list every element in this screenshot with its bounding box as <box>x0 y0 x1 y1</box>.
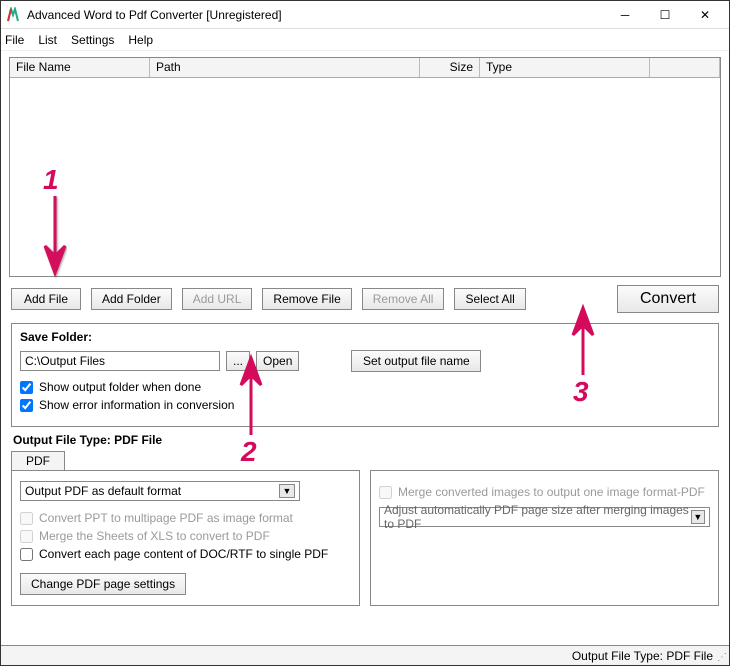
save-path-input[interactable] <box>20 351 220 371</box>
file-list: File Name Path Size Type <box>9 57 721 277</box>
adjust-page-size-select[interactable]: Adjust automatically PDF page size after… <box>379 507 710 527</box>
action-button-row: Add File Add Folder Add URL Remove File … <box>1 281 729 321</box>
right-options-panel: Merge converted images to output one ima… <box>370 470 719 606</box>
open-button[interactable]: Open <box>256 351 299 371</box>
column-type[interactable]: Type <box>480 58 650 77</box>
tab-pdf[interactable]: PDF <box>11 451 65 470</box>
xls-merge-check <box>20 530 33 543</box>
app-icon <box>5 7 21 23</box>
select-all-button[interactable]: Select All <box>454 288 525 310</box>
menu-list[interactable]: List <box>38 33 57 47</box>
maximize-button[interactable]: ☐ <box>645 3 685 27</box>
dropdown-arrow-icon: ▼ <box>279 484 295 498</box>
add-file-button[interactable]: Add File <box>11 288 81 310</box>
remove-all-button[interactable]: Remove All <box>362 288 445 310</box>
left-options-panel: Output PDF as default format ▼ Convert P… <box>11 470 360 606</box>
change-pdf-settings-button[interactable]: Change PDF page settings <box>20 573 186 595</box>
doc-single-checkbox[interactable]: Convert each page content of DOC/RTF to … <box>20 547 351 561</box>
save-folder-panel: Save Folder: ... Open Set output file na… <box>11 323 719 427</box>
title-bar: Advanced Word to Pdf Converter [Unregist… <box>1 1 729 29</box>
browse-button[interactable]: ... <box>226 351 250 371</box>
resize-grip-icon[interactable]: ⋰ <box>717 652 727 663</box>
list-header: File Name Path Size Type <box>10 58 720 78</box>
status-bar: Output File Type: PDF File ⋰ <box>1 645 729 665</box>
column-filename[interactable]: File Name <box>10 58 150 77</box>
merge-images-checkbox: Merge converted images to output one ima… <box>379 485 710 499</box>
set-output-name-button[interactable]: Set output file name <box>351 350 481 372</box>
add-folder-button[interactable]: Add Folder <box>91 288 172 310</box>
menu-help[interactable]: Help <box>128 33 153 47</box>
window-title: Advanced Word to Pdf Converter [Unregist… <box>27 8 605 22</box>
ppt-multipage-check <box>20 512 33 525</box>
remove-file-button[interactable]: Remove File <box>262 288 351 310</box>
column-end[interactable] <box>650 58 720 77</box>
show-error-checkbox[interactable]: Show error information in conversion <box>20 398 710 412</box>
save-folder-label: Save Folder: <box>20 330 710 344</box>
ppt-multipage-checkbox: Convert PPT to multipage PDF as image fo… <box>20 511 351 525</box>
dropdown-arrow-icon: ▼ <box>691 510 705 524</box>
xls-merge-checkbox: Merge the Sheets of XLS to convert to PD… <box>20 529 351 543</box>
output-file-type-label: Output File Type: PDF File <box>13 433 729 447</box>
close-button[interactable]: ✕ <box>685 3 725 27</box>
doc-single-check[interactable] <box>20 548 33 561</box>
add-url-button[interactable]: Add URL <box>182 288 253 310</box>
menu-file[interactable]: File <box>5 33 24 47</box>
merge-images-check <box>379 486 392 499</box>
tabs: PDF <box>11 451 719 470</box>
show-error-check[interactable] <box>20 399 33 412</box>
convert-button[interactable]: Convert <box>617 285 719 313</box>
output-format-select[interactable]: Output PDF as default format ▼ <box>20 481 300 501</box>
status-text: Output File Type: PDF File <box>572 649 713 663</box>
menu-bar: File List Settings Help <box>1 29 729 51</box>
show-output-folder-checkbox[interactable]: Show output folder when done <box>20 380 710 394</box>
show-output-folder-check[interactable] <box>20 381 33 394</box>
column-size[interactable]: Size <box>420 58 480 77</box>
column-path[interactable]: Path <box>150 58 420 77</box>
minimize-button[interactable]: ─ <box>605 3 645 27</box>
menu-settings[interactable]: Settings <box>71 33 114 47</box>
